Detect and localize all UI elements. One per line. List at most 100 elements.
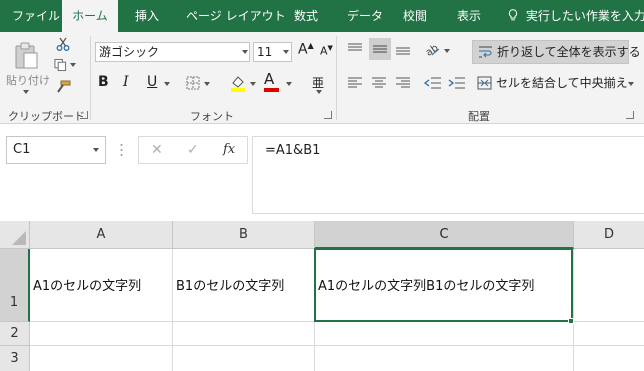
align-right-icon[interactable]	[395, 76, 411, 90]
tell-me-text: 実行したい作業を入力し	[525, 9, 644, 23]
cell-a3[interactable]	[30, 346, 173, 371]
copy-button[interactable]	[54, 57, 76, 73]
cut-button[interactable]	[54, 36, 72, 52]
formula-buttons: ✕ ✓ fx	[138, 136, 248, 164]
drag-handle-icon[interactable]	[120, 143, 123, 157]
fill-color-icon[interactable]	[230, 74, 246, 92]
merge-dropdown-arrow[interactable]	[628, 82, 634, 86]
cell-d3[interactable]	[574, 346, 644, 371]
fill-color-dropdown-arrow[interactable]	[250, 82, 256, 86]
copy-dropdown-arrow[interactable]	[70, 63, 76, 67]
name-box[interactable]: C1	[6, 136, 106, 164]
group-separator	[336, 36, 337, 120]
row-header-2[interactable]: 2	[0, 322, 30, 346]
tab-insert[interactable]: 挿入	[135, 0, 159, 32]
select-all-button[interactable]	[0, 221, 30, 249]
tab-formulas[interactable]: 数式	[294, 0, 318, 32]
merge-center-label: セルを結合して中央揃え	[496, 76, 628, 90]
align-center-icon[interactable]	[371, 76, 387, 90]
align-middle-icon	[373, 45, 387, 53]
column-header-c[interactable]: C	[315, 221, 574, 249]
tell-me-box[interactable]: 実行したい作業を入力し	[508, 0, 644, 32]
shrink-font-button[interactable]: A▼	[320, 44, 333, 58]
column-header-b[interactable]: B	[173, 221, 315, 249]
group-separator	[90, 36, 91, 120]
cell-d2[interactable]	[574, 322, 644, 346]
phonetic-button[interactable]: 亜	[312, 74, 324, 91]
shrink-font-glyph: A	[320, 44, 328, 58]
enter-icon[interactable]: ✓	[187, 142, 199, 158]
decrease-indent-icon[interactable]	[424, 76, 442, 90]
bold-button[interactable]: B	[98, 74, 109, 90]
cell-c3[interactable]	[315, 346, 574, 371]
font-size-dropdown-arrow[interactable]	[283, 50, 289, 54]
cell-b1[interactable]: B1のセルの文字列	[173, 249, 315, 322]
font-name-select[interactable]: 游ゴシック	[95, 42, 250, 62]
column-header-a[interactable]: A	[30, 221, 173, 249]
merge-center-button[interactable]: セルを結合して中央揃え	[474, 72, 628, 94]
cell-a2[interactable]	[30, 322, 173, 346]
font-launcher[interactable]	[324, 111, 332, 119]
select-all-triangle-icon	[12, 231, 26, 245]
formula-input[interactable]: =A1&B1	[252, 136, 644, 214]
cell-a1[interactable]: A1のセルの文字列	[30, 249, 173, 322]
tab-page-layout[interactable]: ページ レイアウト	[186, 0, 286, 32]
underline-button[interactable]: U	[147, 74, 157, 90]
phonetic-dropdown-arrow[interactable]	[316, 90, 322, 94]
tab-data[interactable]: データ	[347, 0, 383, 32]
cell-d1[interactable]	[574, 249, 644, 322]
format-painter-icon	[57, 80, 71, 93]
alignment-launcher[interactable]	[626, 111, 634, 119]
orientation-icon[interactable]: ab	[424, 41, 440, 57]
format-painter-button[interactable]	[54, 79, 72, 95]
clipboard-launcher[interactable]	[80, 111, 88, 119]
align-bottom-icon[interactable]	[395, 42, 411, 56]
insert-function-icon[interactable]: fx	[223, 142, 235, 157]
grow-font-button[interactable]: A▲	[298, 41, 314, 58]
tab-home[interactable]: ホーム	[62, 0, 118, 32]
merge-cells-icon	[477, 76, 492, 90]
cell-b3[interactable]	[173, 346, 315, 371]
font-color-button[interactable]: A	[264, 72, 279, 92]
column-header-d[interactable]: D	[574, 221, 644, 249]
cell-b1-text: B1のセルの文字列	[176, 279, 285, 294]
font-color-dropdown-arrow[interactable]	[286, 82, 292, 86]
clipboard-group-label: クリップボード	[8, 110, 85, 123]
wrap-text-label: 折り返して全体を表示する	[497, 45, 641, 59]
wrap-text-icon	[479, 46, 492, 58]
paste-dropdown-arrow[interactable]	[23, 90, 29, 94]
tab-view[interactable]: 表示	[457, 0, 481, 32]
font-name-dropdown-arrow[interactable]	[242, 50, 248, 54]
align-middle-button[interactable]	[369, 38, 391, 60]
paste-label: 貼り付け	[6, 74, 50, 87]
scissors-icon	[56, 37, 70, 51]
fill-handle[interactable]	[568, 318, 574, 324]
alignment-group-label: 配置	[468, 110, 490, 123]
row-header-1[interactable]: 1	[0, 249, 30, 322]
cell-c2[interactable]	[315, 322, 574, 346]
wrap-text-button[interactable]: 折り返して全体を表示する	[472, 40, 641, 64]
paste-button[interactable]	[10, 38, 42, 74]
cell-b2[interactable]	[173, 322, 315, 346]
font-color-swatch	[264, 88, 279, 92]
grow-font-glyph: A	[298, 41, 308, 58]
row-header-3[interactable]: 3	[0, 346, 30, 371]
align-left-icon[interactable]	[347, 76, 363, 90]
orientation-dropdown-arrow[interactable]	[444, 49, 450, 53]
name-box-dropdown-arrow[interactable]	[93, 148, 99, 152]
tab-file[interactable]: ファイル	[12, 0, 60, 32]
cancel-icon[interactable]: ✕	[151, 142, 163, 158]
increase-indent-icon[interactable]	[448, 76, 466, 90]
font-color-glyph: A	[264, 70, 275, 88]
underline-dropdown-arrow[interactable]	[164, 82, 170, 86]
worksheet-grid: A B C D 1 2 3 A1のセルの文字列 B1のセルの文字列 A1のセルの…	[0, 221, 644, 371]
font-group-label: フォント	[190, 110, 234, 123]
italic-button[interactable]: I	[123, 74, 129, 90]
tab-review[interactable]: 校閲	[403, 0, 427, 32]
borders-icon[interactable]	[186, 76, 200, 90]
align-top-icon[interactable]	[347, 42, 363, 56]
name-box-value: C1	[13, 142, 31, 157]
borders-dropdown-arrow[interactable]	[204, 82, 210, 86]
clipboard-icon	[15, 42, 38, 69]
ribbon-tab-bar: ファイル ホーム 挿入 ページ レイアウト 数式 データ 校閲 表示 実行したい…	[0, 0, 644, 32]
